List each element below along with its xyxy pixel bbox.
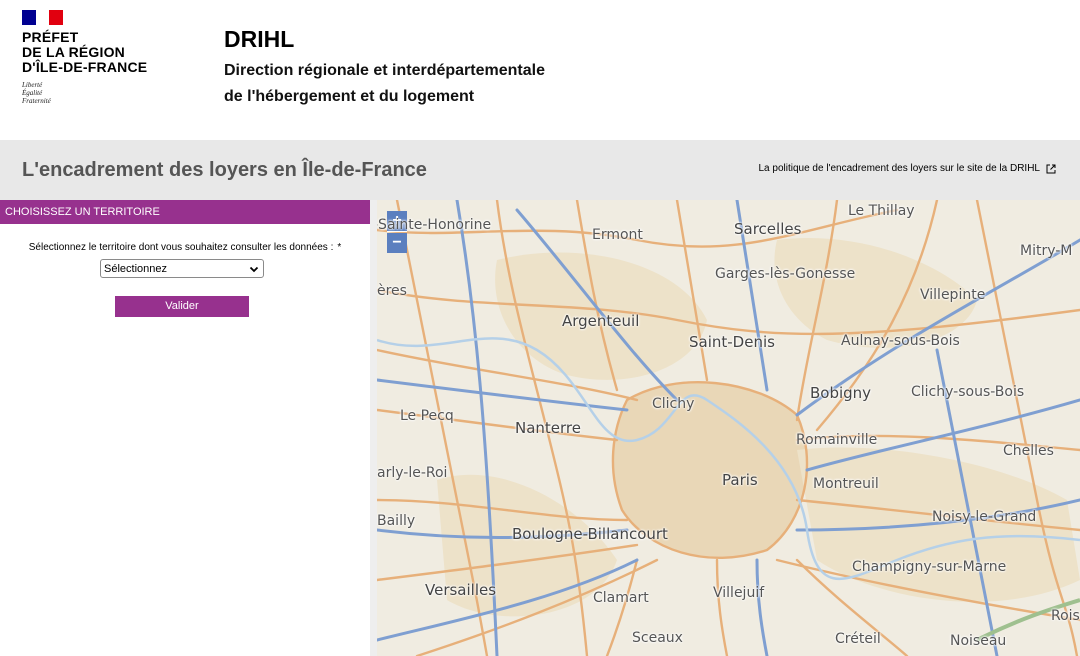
zoom-out-button[interactable]: − [387, 233, 407, 253]
map-label: Noiseau [950, 633, 1007, 649]
map-label: Garges-lès-Gonesse [715, 266, 856, 282]
territory-panel-heading: CHOISISSEZ UN TERRITOIRE [0, 200, 370, 224]
site-title: DRIHL [224, 26, 295, 52]
prefet-logo-text: PRÉFET DE LA RÉGION D'ÎLE-DE-FRANCE [22, 29, 148, 75]
external-link-icon [1046, 164, 1056, 173]
page-title: L'encadrement des loyers en Île-de-Franc… [22, 159, 427, 181]
map-label: Saint-Denis [689, 333, 775, 351]
territory-select[interactable]: Sélectionnez [100, 259, 264, 278]
map-label: Paris [722, 471, 758, 489]
page-banner: L'encadrement des loyers en Île-de-Franc… [0, 140, 1080, 200]
map-label: Romainville [796, 432, 878, 448]
map-label: Aulnay-sous-Bois [841, 333, 960, 349]
drihl-policy-link[interactable]: La politique de l'encadrement des loyers… [758, 163, 1056, 174]
map-label: Argenteuil [562, 312, 640, 330]
territory-select-label: Sélectionnez le territoire dont vous sou… [0, 242, 370, 253]
map-view[interactable]: + − Le Thillay -Sainte-Honorine Ermont S… [377, 200, 1080, 656]
republic-flag-icon [22, 10, 64, 25]
map-label: Chelles [1003, 443, 1054, 459]
map-label: Créteil [835, 631, 881, 647]
map-label: Sarcelles [734, 220, 802, 238]
map-label: Clamart [593, 590, 649, 606]
map-label: Bobigny [810, 384, 872, 402]
map-label: Villepinte [920, 287, 986, 303]
map-label: Bailly [377, 513, 416, 529]
site-header: PRÉFET DE LA RÉGION D'ÎLE-DE-FRANCE Libe… [0, 0, 1080, 140]
map-label: Clichy-sous-Bois [911, 384, 1025, 400]
validate-button[interactable]: Valider [115, 296, 249, 317]
map-label: ères [377, 283, 407, 299]
map-label: Champigny-sur-Marne [852, 559, 1007, 575]
chevron-down-icon [249, 266, 259, 273]
map-label: Le Pecq [400, 408, 454, 424]
republic-motto: Liberté Égalité Fraternité [22, 81, 51, 105]
required-mark: * [337, 242, 342, 253]
map-label: Boulogne-Billancourt [512, 525, 668, 543]
map-label: arly-le-Roi [377, 465, 448, 481]
map-label: Versailles [425, 581, 497, 599]
map-label: Sceaux [632, 630, 683, 646]
map-label: Rois [1051, 608, 1080, 624]
territory-select-label-text: Sélectionnez le territoire dont vous sou… [28, 242, 334, 253]
map-label: Nanterre [515, 419, 581, 437]
drihl-policy-link-label: La politique de l'encadrement des loyers… [758, 163, 1040, 174]
panel-divider [370, 200, 377, 656]
map-label: Montreuil [813, 476, 879, 492]
map-label: Villejuif [713, 585, 765, 601]
territory-panel: CHOISISSEZ UN TERRITOIRE Sélectionnez le… [0, 200, 370, 656]
map-label: Mitry-M [1020, 243, 1073, 259]
site-subtitle: Direction régionale et interdépartementa… [224, 62, 545, 105]
map-label: Ermont [592, 227, 643, 243]
map-label: Clichy [652, 396, 695, 412]
map-label: -Sainte-Honorine [377, 217, 492, 233]
map-label: Le Thillay [848, 203, 915, 219]
map-label: Noisy-le-Grand [932, 509, 1037, 525]
territory-select-value: Sélectionnez [104, 262, 167, 275]
